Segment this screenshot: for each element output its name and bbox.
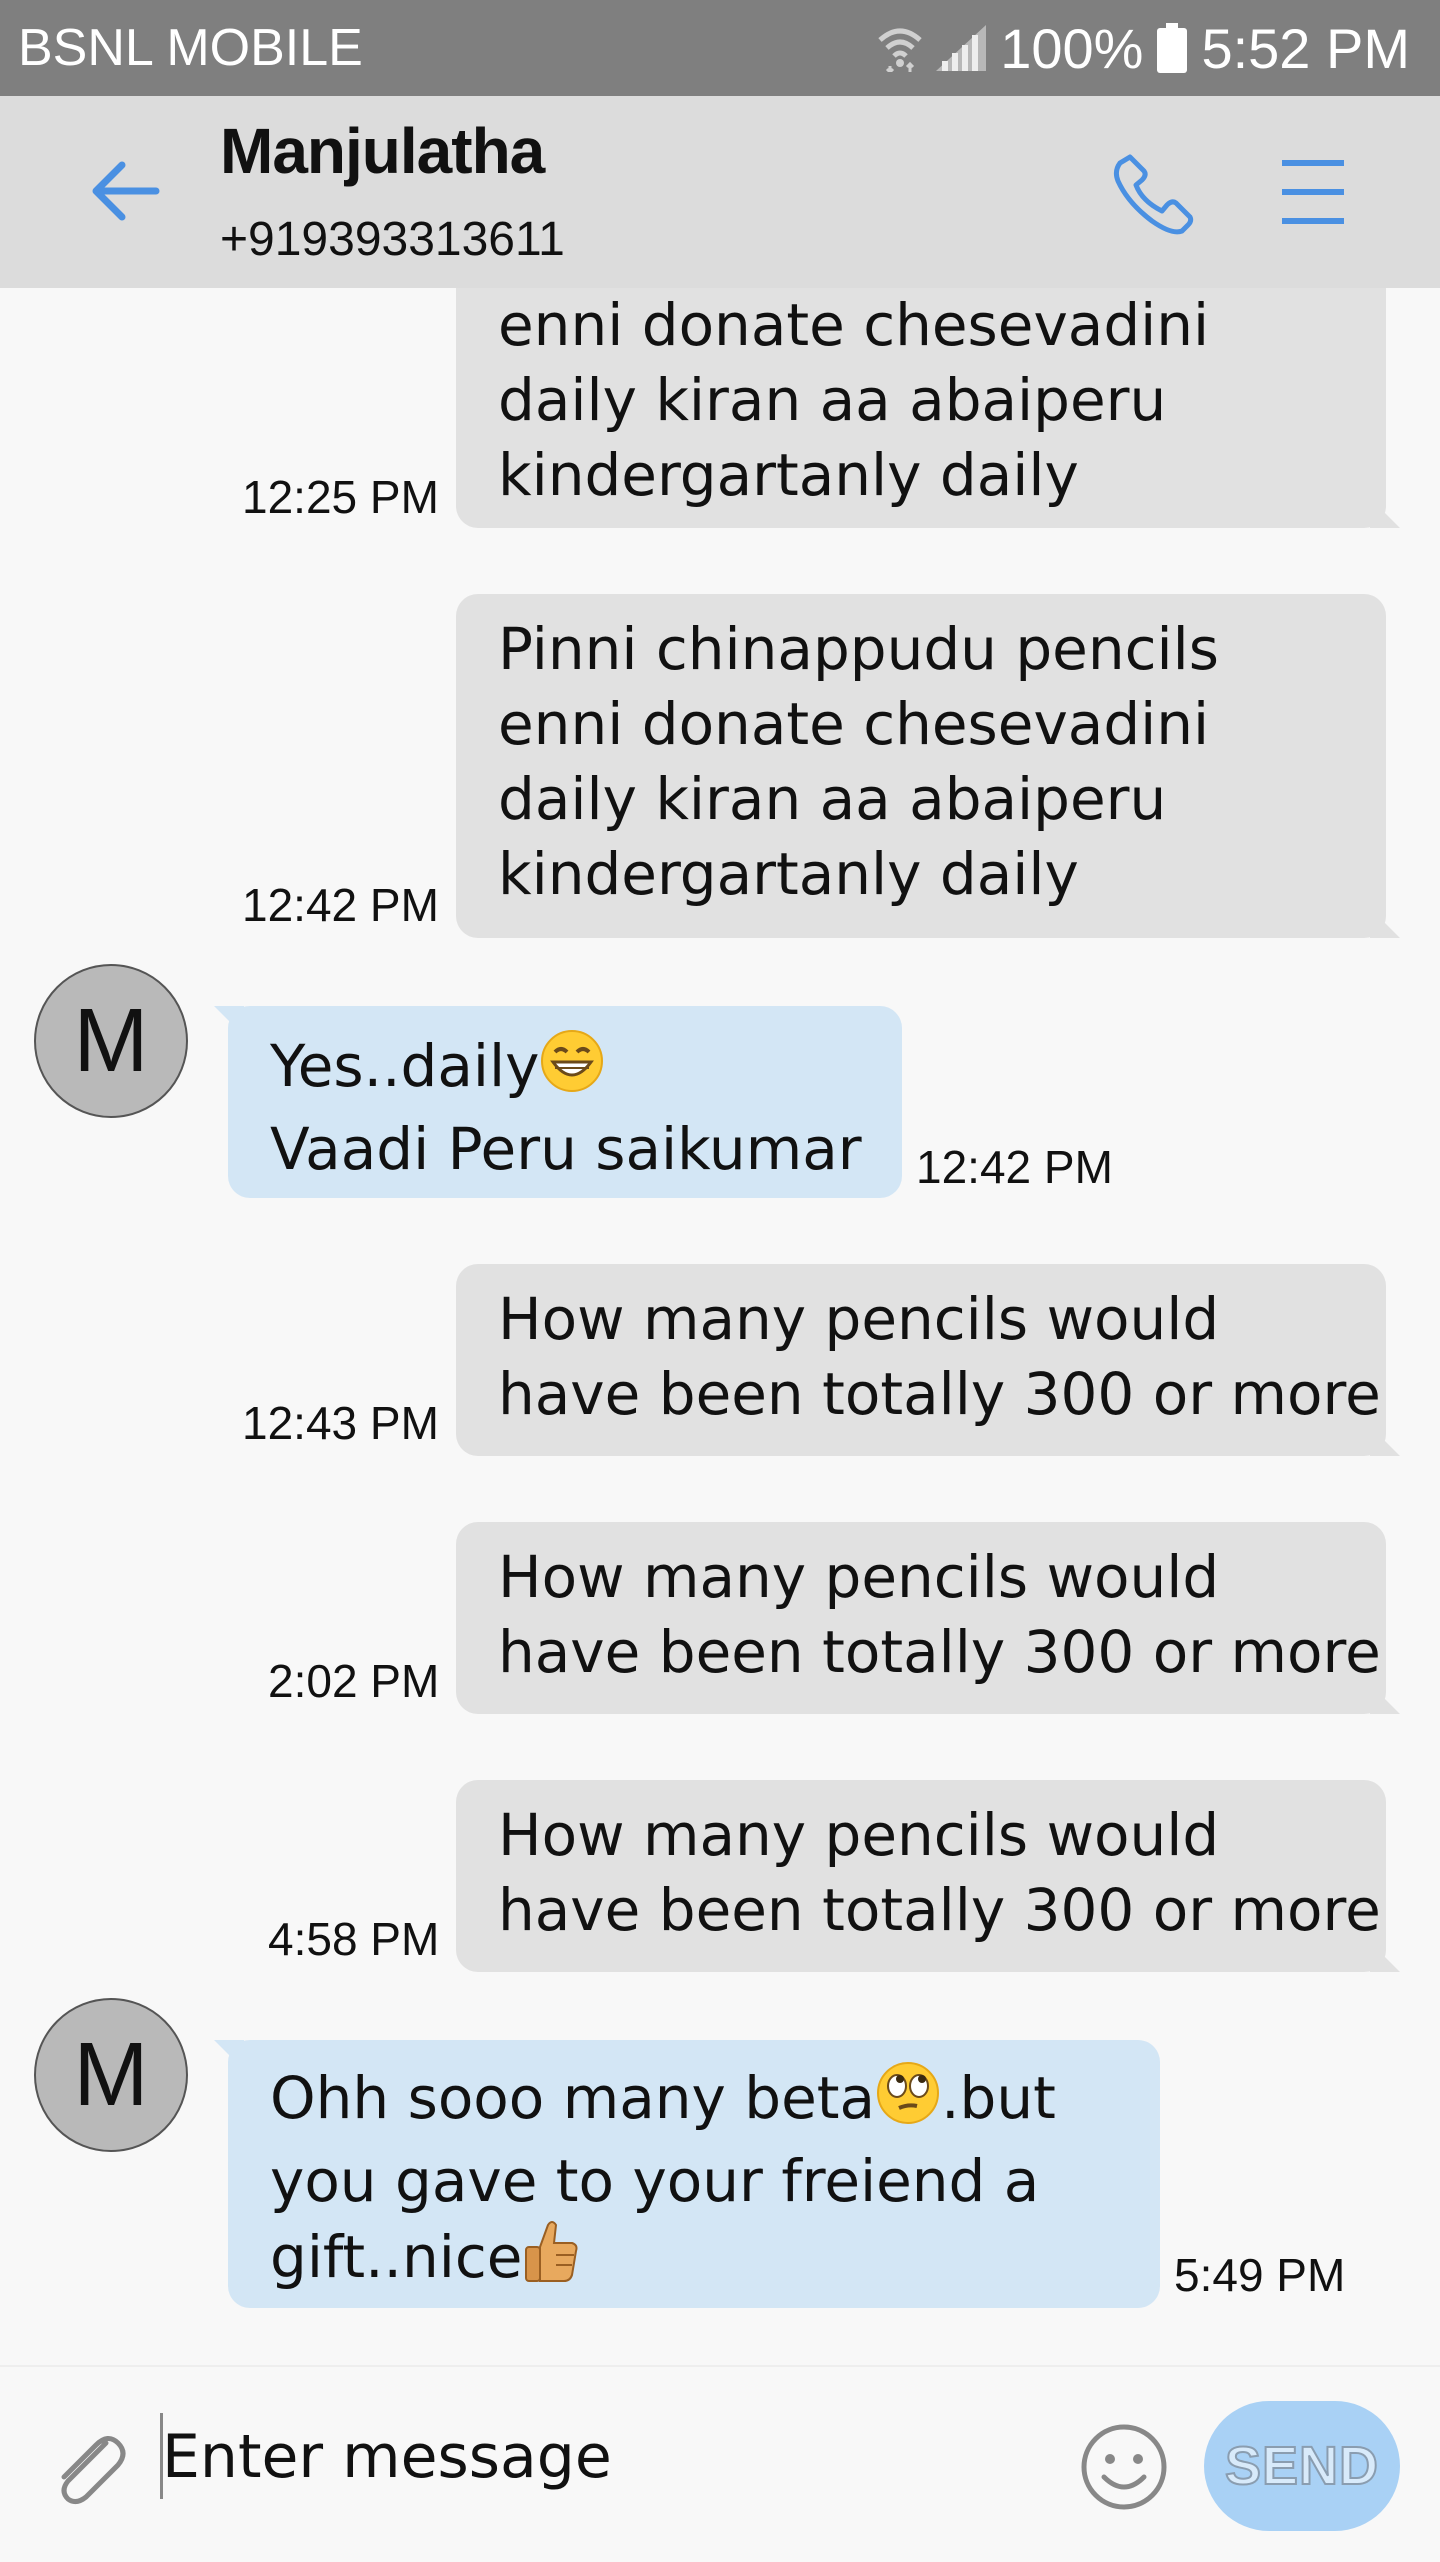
phone-icon (1113, 154, 1194, 235)
message-composer: SEND (0, 2365, 1440, 2562)
back-arrow-icon (92, 161, 160, 221)
message-time: 5:49 PM (1174, 2249, 1346, 2301)
grinning-face-emoji (539, 1028, 605, 1112)
contact-number: +919393313611 (220, 213, 565, 266)
message-time: 2:02 PM (268, 1655, 440, 1707)
message-line: Vaadi Peru saikumar (270, 1115, 862, 1183)
status-icons: 100% 5:52 PM (878, 16, 1410, 80)
message-line: How many pencils would (498, 1285, 1220, 1353)
message-line: daily kiran aa abaiperu (498, 765, 1167, 833)
message-line: have been totally 300 or more (498, 1360, 1381, 1428)
message-line: daily kiran aa abaiperu (498, 366, 1167, 434)
attach-button[interactable] (46, 2425, 132, 2511)
send-button[interactable]: SEND (1204, 2401, 1400, 2531)
outgoing-message[interactable]: Pinni chinappudu pencils enni donate che… (456, 594, 1386, 938)
menu-icon (1282, 160, 1344, 224)
message-time: 12:25 PM (242, 471, 439, 523)
incoming-message[interactable]: Ohh sooo many beta .but you gave to your … (228, 2040, 1160, 2308)
outgoing-message[interactable]: How many pencils would have been totally… (456, 1522, 1386, 1714)
emoji-button[interactable] (1080, 2423, 1168, 2511)
message-line: How many pencils would (498, 1801, 1220, 1869)
wifi-icon (878, 24, 922, 72)
message-line: enni donate chesevadini (498, 291, 1210, 359)
thumbs-up-emoji (522, 2219, 580, 2303)
avatar[interactable]: M (34, 964, 188, 1118)
message-line: gift..nice (270, 2219, 1160, 2303)
message-input[interactable] (162, 2417, 1042, 2497)
message-line: Pinni chinappudu pencils (498, 615, 1219, 683)
rolling-eyes-emoji (875, 2060, 941, 2144)
message-line: have been totally 300 or more (498, 1876, 1381, 1944)
carrier-name: BSNL MOBILE (18, 19, 363, 77)
call-button[interactable] (1112, 151, 1196, 235)
message-time: 12:42 PM (916, 1141, 1113, 1193)
message-line: Yes..daily (270, 1028, 902, 1112)
avatar[interactable]: M (34, 1998, 188, 2152)
message-line: enni donate chesevadini (498, 690, 1210, 758)
message-time: 4:58 PM (268, 1913, 440, 1965)
message-time: 12:42 PM (242, 879, 439, 931)
clock: 5:52 PM (1201, 16, 1410, 80)
battery-level: 100% (1000, 16, 1144, 80)
message-time: 12:43 PM (242, 1397, 439, 1449)
message-line: kindergartanly daily (498, 840, 1079, 908)
incoming-message[interactable]: Yes..daily Vaadi Peru saikumar (228, 1006, 902, 1198)
message-line: have been totally 300 or more (498, 1618, 1381, 1686)
battery-icon (1157, 23, 1188, 73)
paperclip-icon (61, 2436, 126, 2505)
smiley-icon (1081, 2424, 1167, 2510)
outgoing-message[interactable]: How many pencils would have been totally… (456, 1780, 1386, 1972)
message-line: How many pencils would (498, 1543, 1220, 1611)
message-line: kindergartanly daily (498, 441, 1079, 509)
status-bar: BSNL MOBILE 100% 5:52 PM (0, 0, 1440, 96)
message-line: Ohh sooo many beta .but (270, 2060, 1160, 2144)
conversation-header: Manjulatha +919393313611 (0, 96, 1440, 288)
message-list[interactable]: enni donate chesevadini daily kiran aa a… (0, 288, 1440, 2365)
outgoing-message[interactable]: How many pencils would have been totally… (456, 1264, 1386, 1456)
back-button[interactable] (86, 151, 166, 231)
menu-button[interactable] (1280, 156, 1346, 228)
message-line: you gave to your freiend a (270, 2147, 1040, 2215)
outgoing-message[interactable]: enni donate chesevadini daily kiran aa a… (456, 288, 1386, 528)
contact-name: Manjulatha (220, 115, 545, 187)
signal-icon (936, 25, 987, 71)
